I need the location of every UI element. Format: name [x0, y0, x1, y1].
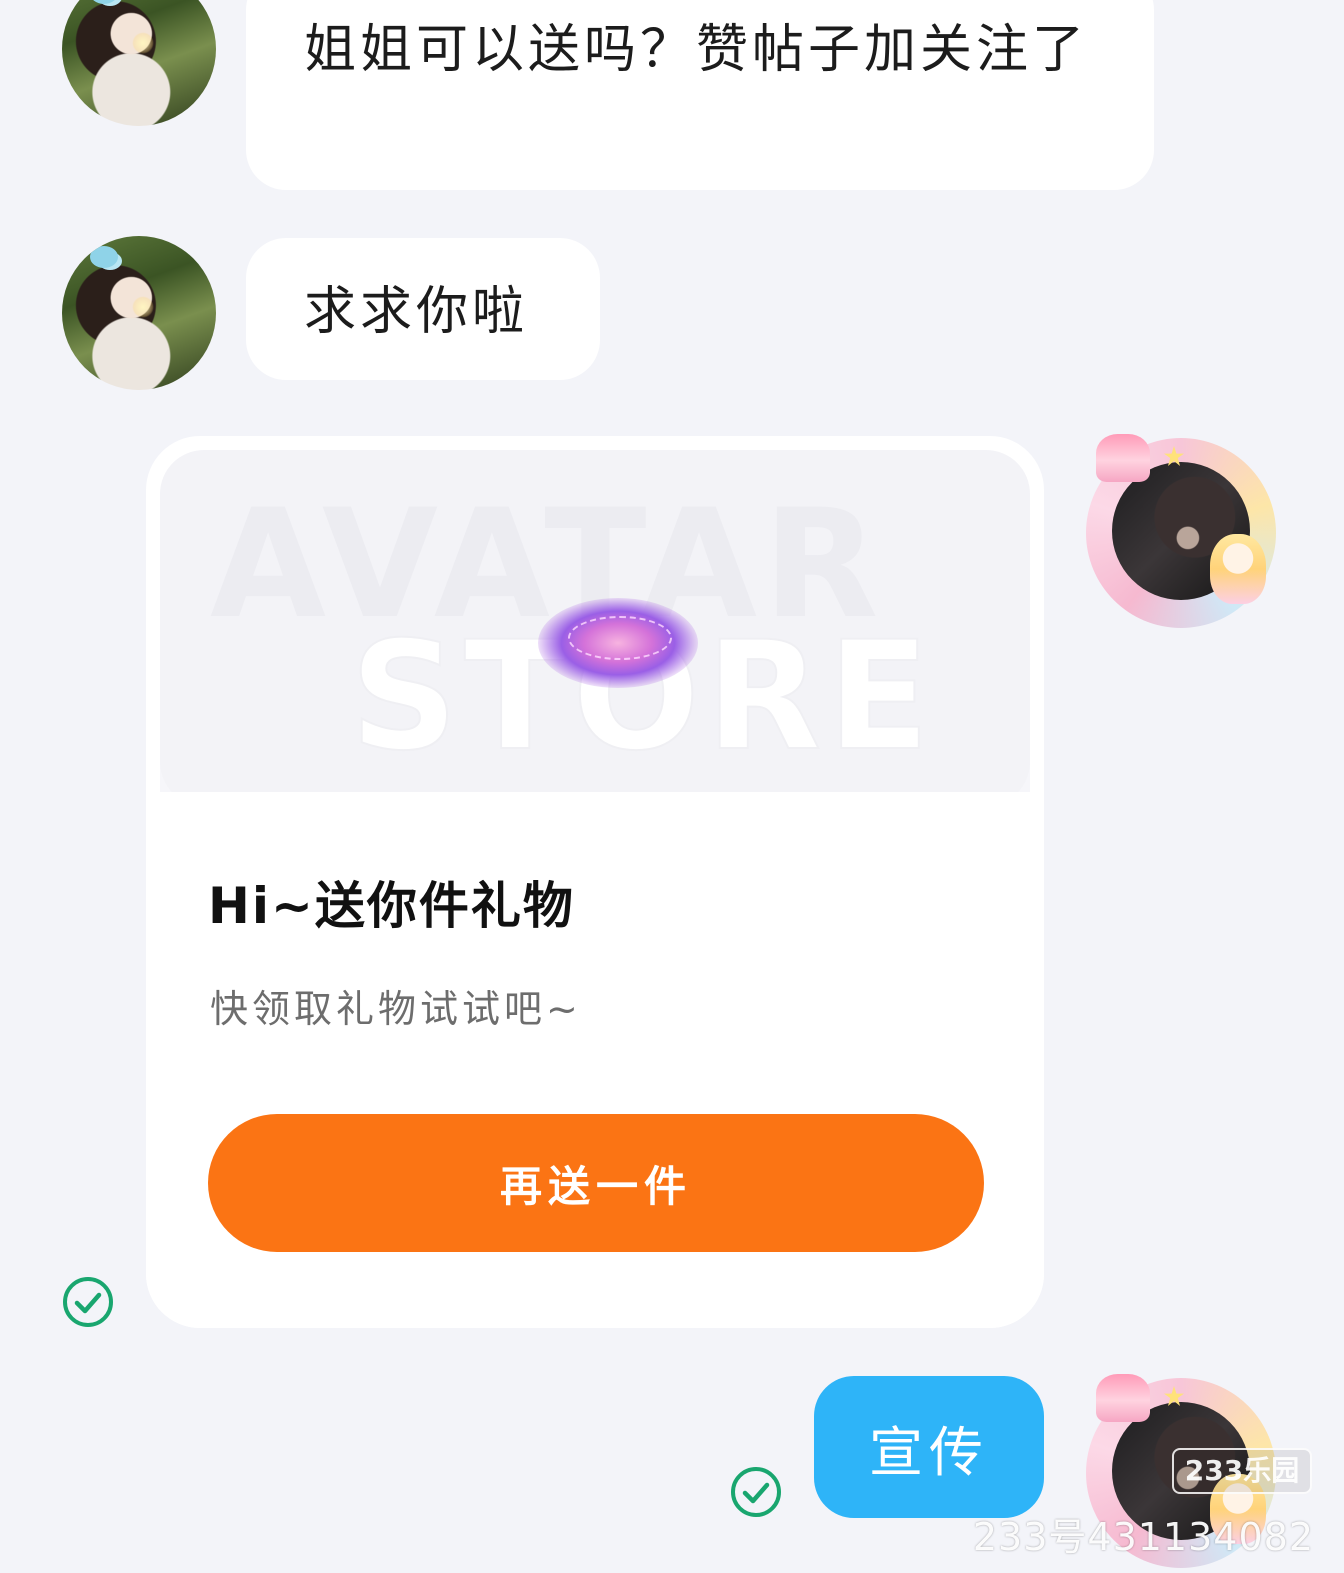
- gift-card-subtitle: 快领取礼物试试吧~: [210, 987, 582, 1031]
- light-glow-graphic: [132, 296, 154, 318]
- cake-decoration-icon: [1096, 1374, 1150, 1422]
- check-circle-icon: [63, 1277, 113, 1327]
- cake-decoration-icon: [1096, 434, 1150, 482]
- incoming-message-bubble[interactable]: 姐姐可以送吗？赞帖子加关注了: [246, 0, 1154, 190]
- outgoing-message-bubble[interactable]: 宣传: [814, 1376, 1044, 1518]
- hair-flower-graphic: [90, 0, 118, 4]
- gift-card-message[interactable]: AVATAR STORE Hi~送你件礼物 快领取礼物试试吧~ 再送一件: [146, 436, 1044, 1328]
- source-watermark-logo: 233乐园: [1172, 1448, 1312, 1494]
- message-text: 宣传: [869, 1420, 989, 1484]
- message-text: 求求你啦: [304, 282, 529, 342]
- send-another-button[interactable]: 再送一件: [208, 1114, 984, 1252]
- gift-card-title: Hi~送你件礼物: [208, 877, 575, 935]
- incoming-message-bubble[interactable]: 求求你啦: [246, 238, 600, 380]
- light-glow-graphic: [132, 32, 154, 54]
- source-watermark-id: 233号431134082: [972, 1515, 1314, 1559]
- check-circle-icon: [731, 1467, 781, 1517]
- my-avatar[interactable]: [1086, 434, 1276, 628]
- message-text: 姐姐可以送吗？赞帖子加关注了: [304, 20, 1089, 80]
- sender-avatar[interactable]: [62, 236, 216, 390]
- doll-decoration-icon: [1210, 534, 1266, 604]
- hair-flower-graphic: [90, 246, 118, 268]
- gift-item-image: [538, 598, 698, 688]
- sender-avatar[interactable]: [62, 0, 216, 126]
- chat-screen: 姐姐可以送吗？赞帖子加关注了 求求你啦 AVATAR STORE Hi~送你件礼…: [0, 0, 1344, 1573]
- gift-preview-area: AVATAR STORE: [160, 450, 1030, 806]
